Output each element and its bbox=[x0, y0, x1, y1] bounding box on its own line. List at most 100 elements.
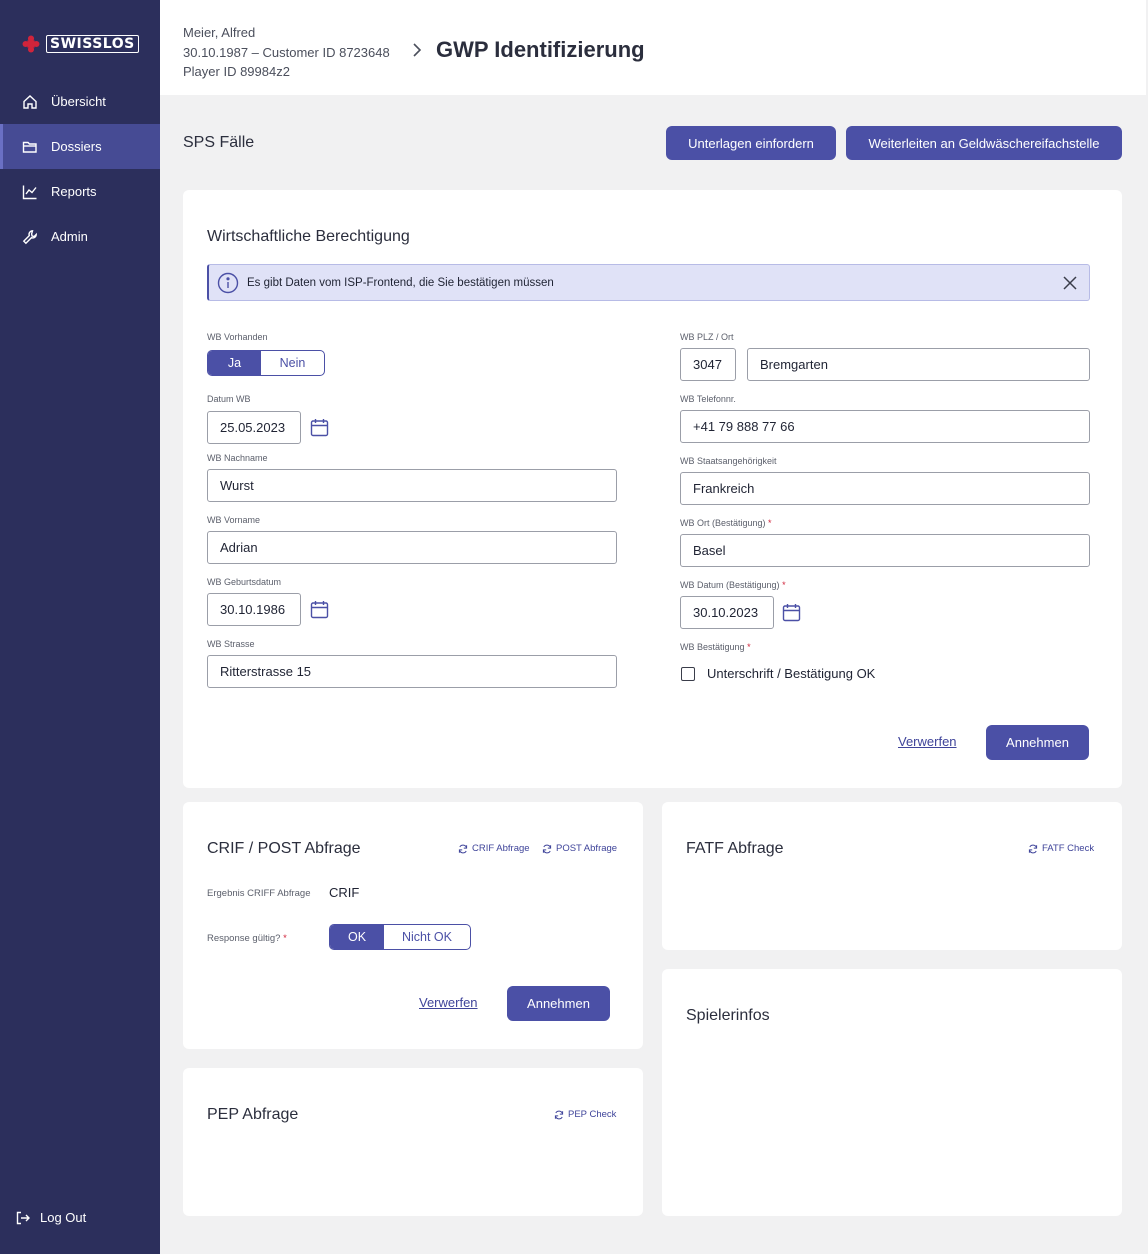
wb-card-title: Wirtschaftliche Berechtigung bbox=[207, 228, 410, 245]
swisslos-logo[interactable]: SWISSLOS bbox=[22, 35, 139, 53]
refresh-icon bbox=[458, 844, 468, 853]
vorname-input[interactable] bbox=[207, 531, 617, 564]
crif-card: CRIF / POST Abfrage CRIF Abfrage POST Ab… bbox=[183, 802, 643, 1049]
response-valid-label: Response gültig? * bbox=[207, 933, 287, 944]
calendar-icon[interactable] bbox=[782, 603, 801, 622]
home-icon bbox=[23, 94, 37, 109]
page-title: GWP Identifizierung bbox=[436, 37, 645, 62]
fatf-card-title: FATF Abfrage bbox=[686, 840, 784, 857]
sidebar: SWISSLOS Übersicht Dossiers Reports Admi… bbox=[0, 0, 160, 1254]
brand-wordmark: SWISSLOS bbox=[46, 35, 139, 53]
ort-input[interactable] bbox=[747, 348, 1090, 381]
wb-accept-button[interactable]: Annehmen bbox=[986, 725, 1089, 760]
sidebar-item-reports[interactable]: Reports bbox=[0, 169, 160, 214]
sidebar-item-dossiers[interactable]: Dossiers bbox=[0, 124, 160, 169]
request-documents-button[interactable]: Unterlagen einfordern bbox=[666, 126, 836, 160]
wrench-icon bbox=[22, 229, 37, 244]
post-refresh-label: POST Abfrage bbox=[556, 843, 618, 854]
wb-vorhanden-yes[interactable]: Ja bbox=[208, 351, 261, 375]
bestaetigung-checkbox[interactable] bbox=[681, 666, 695, 681]
datum-bestaetigung-label: WB Datum (Bestätigung) * bbox=[680, 580, 786, 590]
crif-result-label: Ergebnis CRIFF Abfrage bbox=[207, 888, 311, 899]
crif-card-title: CRIF / POST Abfrage bbox=[207, 840, 361, 857]
swisslos-cross-icon bbox=[22, 35, 40, 53]
fatf-refresh-label: FATF Check bbox=[1042, 843, 1095, 854]
strasse-label: WB Strasse bbox=[207, 639, 255, 649]
response-not-ok[interactable]: Nicht OK bbox=[384, 925, 470, 949]
geburtsdatum-label: WB Geburtsdatum bbox=[207, 577, 282, 587]
bestaetigung-checkbox-row[interactable]: Unterschrift / Bestätigung OK bbox=[681, 666, 875, 681]
crif-result-value: CRIF bbox=[329, 885, 360, 900]
staat-input[interactable] bbox=[680, 472, 1090, 505]
ort-bestaetigung-input[interactable] bbox=[680, 534, 1090, 567]
sidebar-item-label: Dossiers bbox=[51, 139, 102, 154]
telefon-input[interactable] bbox=[680, 410, 1090, 443]
pep-card-title: PEP Abfrage bbox=[207, 1106, 299, 1123]
logout-button[interactable]: Log Out bbox=[16, 1210, 86, 1225]
response-ok[interactable]: OK bbox=[330, 925, 384, 949]
chart-icon bbox=[22, 185, 37, 199]
spielerinfos-card: Spielerinfos bbox=[662, 969, 1122, 1216]
wb-card: Wirtschaftliche Berechtigung Es gibt Dat… bbox=[183, 190, 1122, 788]
datum-bestaetigung-input[interactable] bbox=[680, 596, 774, 629]
bestaetigung-label: WB Bestätigung * bbox=[680, 642, 751, 652]
logout-icon bbox=[16, 1211, 30, 1224]
nachname-input[interactable] bbox=[207, 469, 617, 502]
fatf-refresh-button[interactable]: FATF Check bbox=[1028, 843, 1094, 854]
sidebar-nav: Übersicht Dossiers Reports Admin bbox=[0, 79, 160, 259]
sidebar-item-admin[interactable]: Admin bbox=[0, 214, 160, 259]
geburtsdatum-input[interactable] bbox=[207, 593, 301, 626]
nachname-label: WB Nachname bbox=[207, 453, 268, 463]
wb-vorhanden-toggle: Ja Nein bbox=[207, 350, 325, 376]
chevron-right-icon bbox=[413, 43, 422, 57]
spielerinfos-card-title: Spielerinfos bbox=[686, 1007, 770, 1024]
crif-discard-link[interactable]: Verwerfen bbox=[419, 995, 478, 1010]
sidebar-item-uebersicht[interactable]: Übersicht bbox=[0, 79, 160, 124]
fatf-card: FATF Abfrage FATF Check bbox=[662, 802, 1122, 950]
refresh-icon bbox=[554, 1110, 564, 1119]
refresh-icon bbox=[542, 844, 552, 853]
info-icon bbox=[217, 272, 239, 293]
ort-bestaetigung-label-text: WB Ort (Bestätigung) bbox=[680, 518, 766, 528]
required-mark: * bbox=[283, 933, 287, 944]
bestaetigung-checkbox-label: Unterschrift / Bestätigung OK bbox=[707, 666, 876, 681]
ort-bestaetigung-label: WB Ort (Bestätigung) * bbox=[680, 518, 772, 528]
bestaetigung-label-text: WB Bestätigung bbox=[680, 642, 745, 652]
sidebar-item-label: Übersicht bbox=[51, 94, 106, 109]
pep-card: PEP Abfrage PEP Check bbox=[183, 1068, 643, 1216]
wb-vorhanden-no[interactable]: Nein bbox=[261, 351, 324, 375]
post-refresh-button[interactable]: POST Abfrage bbox=[542, 843, 617, 854]
datum-wb-input[interactable] bbox=[207, 411, 301, 444]
customer-name: Meier, Alfred bbox=[183, 25, 256, 40]
wb-vorhanden-label: WB Vorhanden bbox=[207, 332, 268, 342]
section-title: SPS Fälle bbox=[183, 134, 255, 151]
customer-info: Meier, Alfred 30.10.1987 – Customer ID 8… bbox=[183, 23, 390, 82]
folder-icon bbox=[22, 141, 37, 153]
customer-birth-id: 30.10.1987 – Customer ID 8723648 bbox=[183, 44, 390, 60]
crif-refresh-label: CRIF Abfrage bbox=[472, 843, 530, 854]
response-valid-label-text: Response gültig? bbox=[207, 933, 281, 944]
forward-aml-button[interactable]: Weiterleiten an Geldwäschereifachstelle bbox=[846, 126, 1122, 160]
player-id: Player ID 89984z2 bbox=[183, 64, 290, 79]
refresh-icon bbox=[1028, 844, 1038, 853]
page-header: Meier, Alfred 30.10.1987 – Customer ID 8… bbox=[160, 0, 1146, 95]
plz-ort-label: WB PLZ / Ort bbox=[680, 332, 734, 342]
datum-wb-label: Datum WB bbox=[207, 394, 251, 404]
required-mark: * bbox=[782, 580, 786, 590]
telefon-label: WB Telefonnr. bbox=[680, 394, 736, 404]
crif-refresh-button[interactable]: CRIF Abfrage bbox=[458, 843, 530, 854]
required-mark: * bbox=[768, 518, 772, 528]
calendar-icon[interactable] bbox=[310, 600, 329, 619]
sidebar-item-label: Reports bbox=[51, 184, 97, 199]
logout-label: Log Out bbox=[40, 1210, 87, 1225]
pep-refresh-label: PEP Check bbox=[568, 1109, 617, 1120]
pep-refresh-button[interactable]: PEP Check bbox=[554, 1109, 616, 1120]
crif-accept-button[interactable]: Annehmen bbox=[507, 986, 610, 1021]
wb-discard-link[interactable]: Verwerfen bbox=[898, 734, 957, 749]
vorname-label: WB Vorname bbox=[207, 515, 261, 525]
required-mark: * bbox=[747, 642, 751, 652]
close-icon[interactable] bbox=[1062, 275, 1078, 291]
strasse-input[interactable] bbox=[207, 655, 617, 688]
calendar-icon[interactable] bbox=[310, 418, 329, 437]
plz-input[interactable] bbox=[680, 348, 736, 381]
